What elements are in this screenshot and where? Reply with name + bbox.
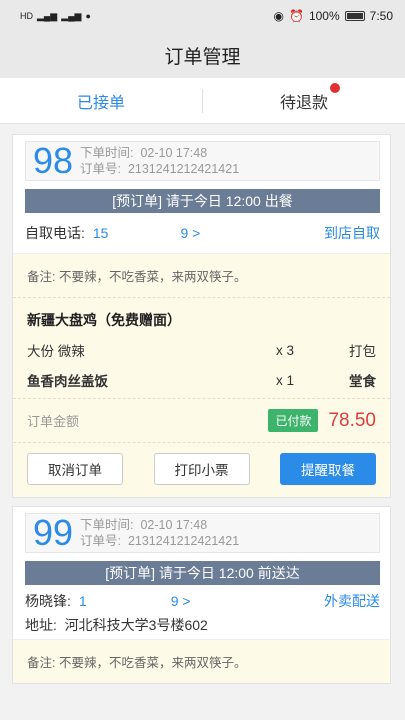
order-items: 新疆大盘鸡（免费赠面） 大份 微辣 x 3 打包 鱼香肉丝盖饭 x 1 堂食 [13, 298, 390, 398]
amount-row: 订单金额 已付款 78.50 [13, 398, 390, 442]
page-title: 订单管理 [0, 32, 405, 78]
order-number: 98 [32, 140, 74, 181]
pickup-phone-label: 自取电话: [25, 225, 85, 241]
status-left: HD ▂▄▆ ▂▄▆ ● [20, 11, 91, 22]
status-right: ◉ ⏰ 100% 7:50 [274, 9, 394, 23]
customer-phone-start[interactable]: 1 [79, 593, 87, 609]
order-id-label: 订单号: [80, 162, 121, 176]
item-name: 大份 微辣 [27, 344, 85, 359]
order-actions: 取消订单 打印小票 提醒取餐 [13, 442, 390, 497]
signal-4g-icon: ▂▄▆ [61, 10, 82, 21]
order-id: 2131241212421421 [127, 162, 240, 176]
tab-accepted[interactable]: 已接单 [0, 89, 202, 113]
order-note: 备注: 不要辣，不吃香菜，来两双筷子。 [13, 254, 390, 298]
pickup-mode: 到店自取 [324, 225, 380, 241]
tab-pending-refund[interactable]: 待退款 [203, 82, 405, 113]
order-detail: 备注: 不要辣，不吃香菜，来两双筷子。 新疆大盘鸡（免费赠面） 大份 微辣 x … [13, 253, 390, 497]
item-tag: 打包 [349, 344, 376, 359]
delivery-mode: 外卖配送 [324, 593, 380, 609]
order-header: 98 下单时间: 02-10 17:48 订单号: 21312412124214… [25, 141, 380, 181]
delivery-row: 杨晓锋: 1 9 > 外卖配送 地址: 河北科技大学3号楼602 [13, 585, 390, 639]
customer-phone-end[interactable]: 9 > [171, 593, 191, 609]
order-meta: 下单时间: 02-10 17:48 订单号: 2131241212421421 [80, 145, 239, 177]
dish-title: 新疆大盘鸡（免费赠面） [27, 312, 181, 328]
tab-bar: 已接单 待退款 [0, 78, 405, 124]
order-number: 99 [32, 512, 74, 553]
preorder-banner: [预订单] 请于今日 12:00 前送达 [25, 561, 380, 585]
print-receipt-button[interactable]: 打印小票 [153, 453, 250, 485]
status-bar: HD ▂▄▆ ▂▄▆ ● ◉ ⏰ 100% 7:50 [0, 0, 405, 32]
pickup-row: 自取电话: 15 9 > 到店自取 [13, 213, 390, 253]
order-card: 99 下单时间: 02-10 17:48 订单号: 21312412124214… [12, 506, 391, 684]
eye-icon: ◉ [273, 9, 284, 23]
item-qty: x 1 [276, 372, 295, 388]
list-item: 鱼香肉丝盖饭 x 1 堂食 [27, 370, 376, 390]
preorder-banner: [预订单] 请于今日 12:00 出餐 [25, 189, 380, 213]
cancel-order-button[interactable]: 取消订单 [27, 453, 123, 485]
amount-label: 订单金额 [27, 414, 80, 429]
remind-pickup-button[interactable]: 提醒取餐 [280, 453, 376, 485]
list-item: 大份 微辣 x 3 打包 [27, 340, 376, 360]
order-id: 2131241212421421 [127, 534, 240, 548]
order-list[interactable]: 98 下单时间: 02-10 17:48 订单号: 21312412124214… [0, 134, 405, 720]
message-icon: ● [85, 11, 91, 21]
order-header: 99 下单时间: 02-10 17:48 订单号: 21312412124214… [25, 513, 380, 553]
order-time: 02-10 17:48 [140, 518, 208, 532]
pickup-phone-start[interactable]: 15 [93, 225, 109, 241]
order-card: 98 下单时间: 02-10 17:48 订单号: 21312412124214… [12, 134, 391, 498]
order-note: 备注: 不要辣，不吃香菜，来两双筷子。 [27, 656, 247, 670]
order-amount: 78.50 [328, 409, 376, 431]
alarm-icon: ⏰ [288, 9, 304, 23]
address-label: 地址: [25, 617, 57, 633]
tab-pending-refund-label: 待退款 [279, 94, 328, 112]
order-time-label: 下单时间: [80, 146, 134, 160]
item-qty: x 3 [276, 342, 295, 358]
customer-name: 杨晓锋: [25, 593, 71, 609]
battery-icon [344, 11, 365, 21]
order-meta: 下单时间: 02-10 17:48 订单号: 2131241212421421 [80, 517, 239, 549]
clock: 7:50 [369, 9, 393, 23]
hd-icon: HD [20, 11, 33, 21]
tab-accepted-label: 已接单 [76, 94, 125, 112]
order-id-label: 订单号: [80, 534, 121, 548]
order-detail: 备注: 不要辣，不吃香菜，来两双筷子。 [13, 639, 390, 683]
signal-5g-icon: ▂▄▆ [37, 10, 58, 21]
order-time: 02-10 17:48 [140, 146, 208, 160]
address-value: 河北科技大学3号楼602 [64, 617, 208, 633]
notification-dot-icon [330, 82, 340, 93]
order-time-label: 下单时间: [80, 518, 134, 532]
item-name: 鱼香肉丝盖饭 [27, 374, 108, 389]
pickup-phone-end[interactable]: 9 > [180, 225, 200, 241]
paid-badge: 已付款 [268, 409, 319, 432]
item-tag: 堂食 [349, 374, 376, 389]
battery-percent: 100% [308, 9, 340, 23]
